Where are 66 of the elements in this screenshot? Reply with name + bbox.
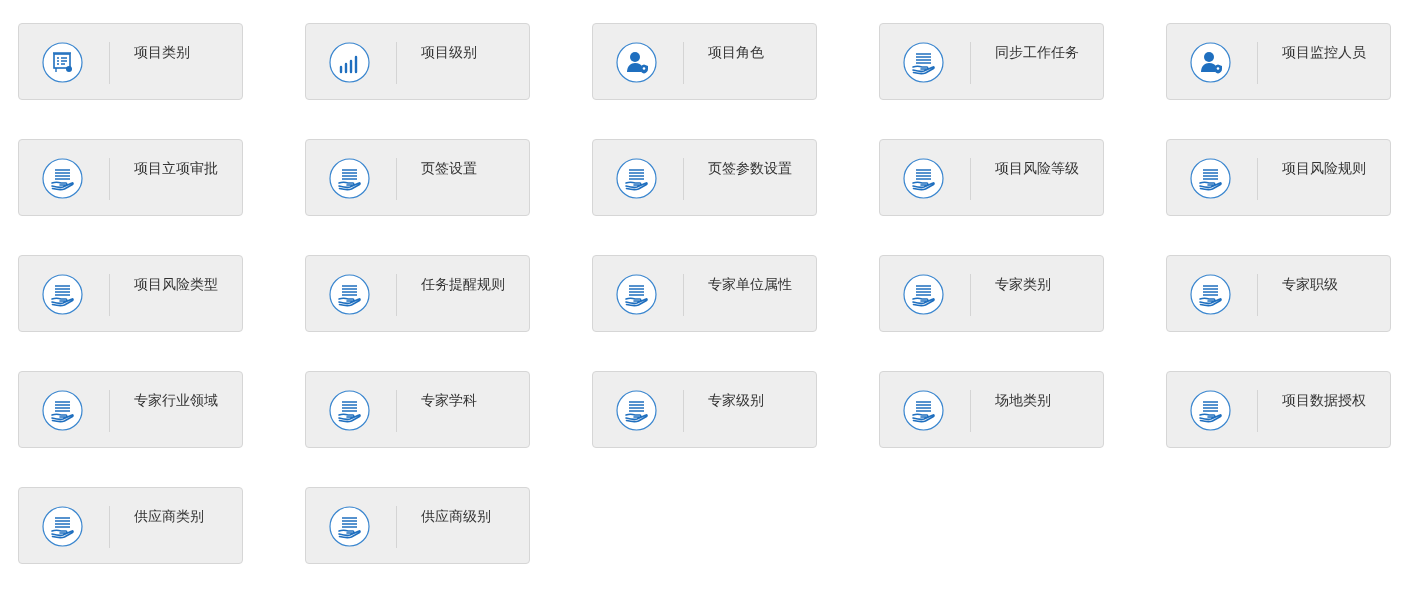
hand-list-icon [42,506,83,547]
menu-tile[interactable]: 专家级别 [592,371,817,448]
menu-tile[interactable]: 页签参数设置 [592,139,817,216]
menu-tile[interactable]: 项目风险等级 [879,139,1104,216]
bar-chart-icon [329,42,370,83]
tile-label: 专家职级 [1282,275,1338,294]
tile-label: 项目角色 [708,43,764,62]
hand-list-icon [616,390,657,431]
menu-tile[interactable]: 供应商类别 [18,487,243,564]
hand-list-icon [329,506,370,547]
board-icon [42,42,83,83]
user-shield-icon [616,42,657,83]
menu-tile[interactable]: 项目风险规则 [1166,139,1391,216]
tile-label: 项目监控人员 [1282,43,1366,62]
menu-tile[interactable]: 专家单位属性 [592,255,817,332]
tile-label: 项目风险等级 [995,159,1079,178]
hand-list-icon [1190,390,1231,431]
menu-tile[interactable]: 同步工作任务 [879,23,1104,100]
menu-tile[interactable]: 供应商级别 [305,487,530,564]
tile-label: 供应商类别 [134,507,204,526]
tile-label: 专家类别 [995,275,1051,294]
tile-label: 项目级别 [421,43,477,62]
hand-list-icon [1190,274,1231,315]
menu-tile[interactable]: 项目角色 [592,23,817,100]
menu-tile[interactable]: 专家类别 [879,255,1104,332]
menu-tile[interactable]: 专家行业领域 [18,371,243,448]
tile-label: 专家行业领域 [134,391,218,410]
tile-label: 项目风险类型 [134,275,218,294]
menu-tile[interactable]: 项目监控人员 [1166,23,1391,100]
hand-list-icon [903,274,944,315]
tile-label: 项目立项审批 [134,159,218,178]
user-shield-icon [1190,42,1231,83]
menu-tile[interactable]: 场地类别 [879,371,1104,448]
hand-list-icon [329,158,370,199]
tile-label: 页签设置 [421,159,477,178]
hand-list-icon [903,42,944,83]
menu-tile[interactable]: 项目数据授权 [1166,371,1391,448]
menu-tile[interactable]: 项目类别 [18,23,243,100]
hand-list-icon [329,274,370,315]
tile-label: 同步工作任务 [995,43,1079,62]
menu-tile[interactable]: 页签设置 [305,139,530,216]
tile-label: 专家单位属性 [708,275,792,294]
tile-label: 项目数据授权 [1282,391,1366,410]
hand-list-icon [329,390,370,431]
menu-tile[interactable]: 专家职级 [1166,255,1391,332]
menu-tile[interactable]: 项目级别 [305,23,530,100]
tile-label: 页签参数设置 [708,159,792,178]
hand-list-icon [42,158,83,199]
menu-tile[interactable]: 专家学科 [305,371,530,448]
tile-label: 专家级别 [708,391,764,410]
tile-label: 项目类别 [134,43,190,62]
tile-label: 专家学科 [421,391,477,410]
hand-list-icon [42,390,83,431]
menu-tile[interactable]: 任务提醒规则 [305,255,530,332]
hand-list-icon [1190,158,1231,199]
tile-label: 场地类别 [995,391,1051,410]
hand-list-icon [616,158,657,199]
menu-tile[interactable]: 项目风险类型 [18,255,243,332]
tile-label: 项目风险规则 [1282,159,1366,178]
menu-tile[interactable]: 项目立项审批 [18,139,243,216]
tile-label: 供应商级别 [421,507,491,526]
tile-label: 任务提醒规则 [421,275,505,294]
hand-list-icon [42,274,83,315]
hand-list-icon [903,390,944,431]
hand-list-icon [616,274,657,315]
hand-list-icon [903,158,944,199]
